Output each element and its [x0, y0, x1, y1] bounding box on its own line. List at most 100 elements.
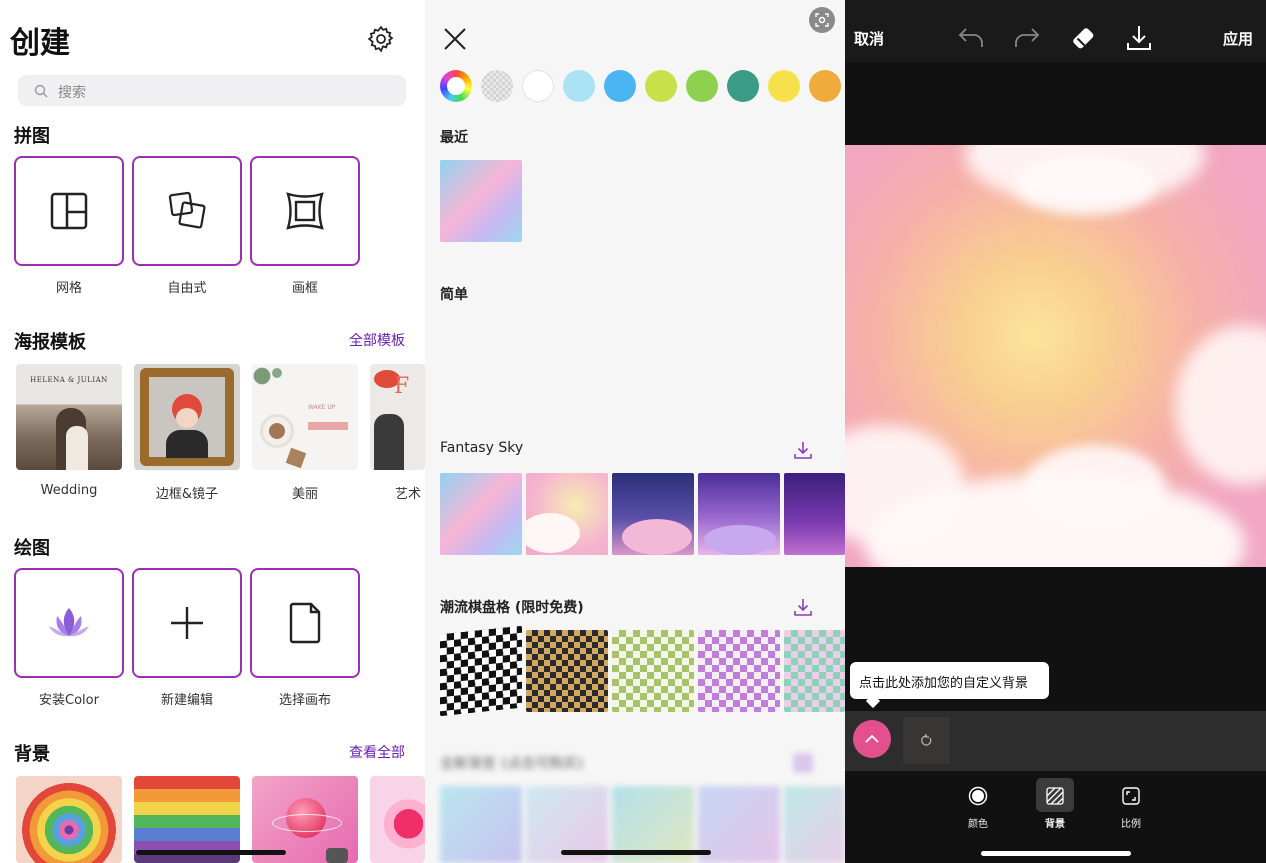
purchase-icon [793, 753, 813, 773]
undo-icon[interactable] [957, 26, 987, 50]
frame-mirror-label: 边框&镜子 [155, 487, 219, 502]
color-swatch[interactable] [645, 70, 677, 102]
art-template[interactable]: F [370, 364, 425, 470]
create-panel: 创建 搜索 拼图 网格 自由式 画框 海报模板 全部模板 HELENA & JU… [0, 0, 425, 863]
expand-button[interactable] [853, 720, 891, 758]
search-icon [34, 83, 48, 98]
wedding-template[interactable]: HELENA & JULIAN [16, 364, 122, 470]
gradient-heading: 全新渐变 (点击可购买) [440, 756, 584, 772]
fantasy-sky-5[interactable] [784, 473, 845, 555]
color-swatch[interactable] [809, 70, 841, 102]
apply-button[interactable]: 应用 [1223, 28, 1253, 49]
install-color-label: 安装Color [39, 693, 99, 708]
tooltip-text: 点击此处添加您的自定义背景 [859, 676, 1029, 691]
wedding-caption: HELENA & JULIAN [30, 376, 108, 384]
nav-background[interactable]: 背景 [1025, 786, 1085, 830]
settings-gear-icon[interactable] [366, 24, 396, 54]
checker-heading: 潮流棋盘格 (限时免费) [440, 600, 584, 616]
nav-color[interactable]: 颜色 [948, 786, 1008, 830]
eraser-icon[interactable] [1071, 26, 1097, 52]
nav-color-label: 颜色 [968, 819, 988, 830]
new-edit-tile[interactable] [132, 568, 242, 678]
editor-panel: 取消 应用 点击此处添加您的自定义背景 颜色 背景 比例 [845, 0, 1266, 863]
color-swatch[interactable] [522, 70, 554, 102]
frame-tile[interactable] [250, 156, 360, 266]
download-icon[interactable] [793, 440, 813, 460]
home-indicator-3 [981, 851, 1131, 856]
background-pattern-icon [1046, 787, 1064, 805]
freestyle-label: 自由式 [167, 281, 207, 296]
draw-heading: 绘图 [14, 538, 50, 559]
color-swatch[interactable] [563, 70, 595, 102]
grid-icon [50, 192, 88, 230]
poster-heading: 海报模板 [14, 332, 86, 353]
nav-ratio[interactable]: 比例 [1101, 786, 1161, 830]
freestyle-icon [168, 191, 206, 229]
home-indicator [136, 850, 286, 855]
page-title: 创建 [10, 26, 70, 61]
download-editor-icon[interactable] [1126, 24, 1152, 52]
all-templates-link[interactable]: 全部模板 [349, 330, 405, 350]
freestyle-tile[interactable] [132, 156, 242, 266]
view-all-link[interactable]: 查看全部 [349, 742, 405, 762]
color-swatch[interactable] [604, 70, 636, 102]
gradient-1[interactable] [440, 786, 522, 863]
collage-heading: 拼图 [14, 126, 50, 147]
fantasy-sky-heading: Fantasy Sky [440, 440, 524, 456]
color-swatch[interactable] [768, 70, 800, 102]
cancel-button[interactable]: 取消 [854, 28, 884, 49]
canvas-preview[interactable] [845, 145, 1266, 567]
color-swatch[interactable] [727, 70, 759, 102]
checker-mint[interactable] [784, 630, 845, 712]
beauty-template[interactable]: WAKE UP [252, 364, 358, 470]
recent-sky-bg[interactable] [440, 160, 522, 242]
gradient-5[interactable] [784, 786, 845, 863]
art-label: 艺术 [395, 487, 422, 502]
checker-bw[interactable] [440, 625, 522, 717]
crown-badge-icon [326, 848, 348, 863]
frame-mirror-template[interactable] [134, 364, 240, 470]
grid-tile[interactable] [14, 156, 124, 266]
chevron-up-icon [865, 734, 879, 743]
lotus-icon [49, 608, 89, 637]
bg-pink-heart-2[interactable] [370, 776, 425, 863]
bg-rainbow-heart[interactable] [16, 776, 122, 863]
download-icon-checker[interactable] [793, 597, 813, 617]
beauty-caption: WAKE UP [308, 404, 336, 411]
background-picker-panel: 最近 简单 Fantasy Sky 潮流棋盘格 (限时免费) 全新渐变 (点击可… [425, 0, 845, 863]
fantasy-sky-2[interactable] [526, 473, 608, 555]
search-bar[interactable]: 搜索 [18, 75, 406, 106]
editor-toolbar [845, 0, 1266, 62]
background-heading: 背景 [14, 744, 50, 765]
new-edit-label: 新建编辑 [160, 693, 213, 708]
nav-ratio-label: 比例 [1121, 819, 1141, 830]
fantasy-sky-3[interactable] [612, 473, 694, 555]
scan-icon[interactable] [809, 7, 835, 33]
redo-icon[interactable] [1011, 26, 1041, 50]
frame-icon [286, 192, 324, 230]
plus-icon [171, 607, 203, 639]
choose-canvas-label: 选择画布 [278, 693, 331, 708]
fantasy-sky-1[interactable] [440, 473, 522, 555]
checker-green[interactable] [612, 630, 694, 712]
file-icon [289, 602, 321, 644]
color-wheel-swatch[interactable] [440, 70, 472, 102]
beauty-label: 美丽 [291, 487, 318, 502]
install-color-tile[interactable] [14, 568, 124, 678]
checker-purple[interactable] [698, 630, 780, 712]
search-input[interactable]: 搜索 [58, 82, 86, 102]
wedding-label: Wedding [40, 483, 98, 498]
transparent-swatch[interactable] [481, 70, 513, 102]
custom-bg-thumb[interactable] [903, 717, 950, 764]
color-circle-icon [968, 786, 988, 806]
choose-canvas-tile[interactable] [250, 568, 360, 678]
nav-background-label: 背景 [1045, 819, 1065, 830]
loading-icon [921, 734, 932, 746]
checker-tan[interactable] [526, 630, 608, 712]
ratio-icon [1122, 787, 1140, 805]
recent-heading: 最近 [440, 130, 468, 146]
color-swatch[interactable] [686, 70, 718, 102]
home-indicator-2 [561, 850, 711, 855]
fantasy-sky-4[interactable] [698, 473, 780, 555]
close-icon[interactable] [443, 27, 467, 51]
